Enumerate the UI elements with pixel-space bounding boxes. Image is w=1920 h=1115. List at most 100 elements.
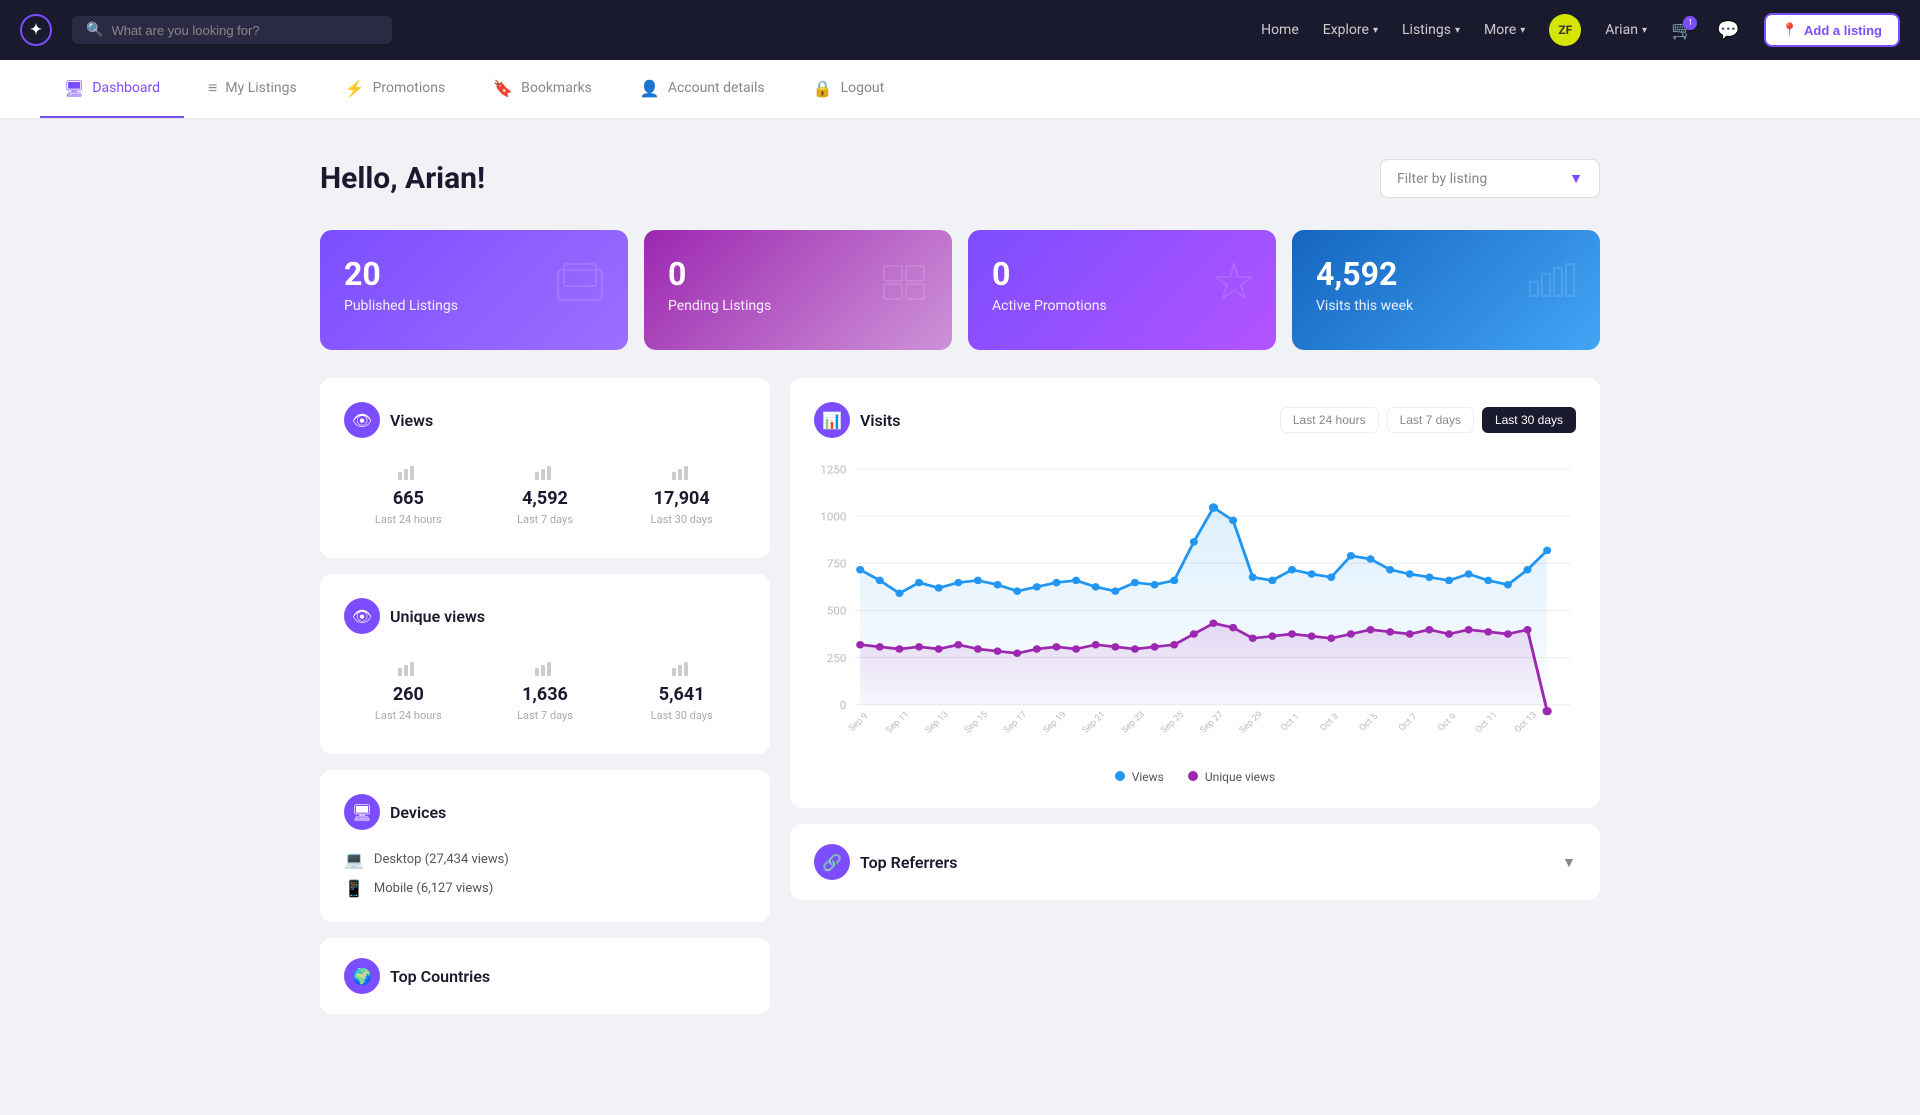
notifications-button[interactable]: 💬 — [1717, 20, 1739, 41]
nav-explore[interactable]: Explore ▾ — [1323, 22, 1378, 38]
unique-views-icon: 👁 — [344, 598, 380, 634]
visits-chart-title: Visits — [860, 411, 901, 430]
svg-text:Sep 25: Sep 25 — [1159, 710, 1186, 735]
views-title: Views — [390, 411, 433, 430]
svg-text:Oct 1: Oct 1 — [1279, 712, 1302, 733]
nav-more[interactable]: More ▾ — [1484, 22, 1525, 38]
svg-text:Sep 19: Sep 19 — [1041, 710, 1068, 735]
uv-bar-icon-3 — [621, 662, 742, 680]
nav-home[interactable]: Home — [1261, 22, 1299, 38]
svg-text:1250: 1250 — [820, 464, 846, 477]
my-listings-icon: ≡ — [208, 78, 217, 98]
views-stat-30d: 17,904 Last 30 days — [617, 458, 746, 534]
visits-count: 4,592 — [1316, 258, 1413, 290]
svg-text:750: 750 — [827, 558, 846, 571]
promotions-icon: ⚡ — [345, 79, 365, 98]
views-legend-dot — [1115, 771, 1125, 781]
add-listing-button[interactable]: 📍 Add a listing — [1764, 13, 1900, 47]
published-icon — [556, 262, 604, 311]
published-count: 20 — [344, 258, 458, 290]
promotions-label: Active Promotions — [992, 298, 1107, 314]
devices-icon: 🖥 — [344, 794, 380, 830]
svg-text:Oct 7: Oct 7 — [1397, 712, 1420, 733]
pending-icon — [880, 262, 928, 311]
svg-text:Sep 15: Sep 15 — [963, 710, 990, 735]
stat-card-visits: 4,592 Visits this week — [1292, 230, 1600, 350]
top-nav-right: Home Explore ▾ Listings ▾ More ▾ ZF Aria… — [1261, 13, 1900, 47]
referrers-title: Top Referrers — [860, 853, 958, 872]
listings-chevron-icon: ▾ — [1455, 25, 1460, 36]
subnav-dashboard[interactable]: 🖥 Dashboard — [40, 61, 184, 118]
stat-card-pending: 0 Pending Listings — [644, 230, 952, 350]
top-countries-icon: 🌍 — [344, 958, 380, 994]
svg-text:Sep 17: Sep 17 — [1002, 710, 1029, 735]
svg-text:250: 250 — [827, 652, 846, 665]
stat-cards: 20 Published Listings 0 Pending Listings — [320, 230, 1600, 350]
subnav-my-listings[interactable]: ≡ My Listings — [184, 60, 321, 118]
svg-text:Sep 29: Sep 29 — [1238, 710, 1265, 735]
subnav-account-details[interactable]: 👤 Account details — [616, 61, 789, 118]
visits-chart-header: 📊 Visits Last 24 hours Last 7 days Last … — [814, 402, 1576, 438]
nav-listings[interactable]: Listings ▾ — [1402, 22, 1460, 38]
uv-bar-icon-1 — [348, 662, 469, 680]
bookmarks-icon: 🔖 — [493, 79, 513, 98]
svg-text:Sep 27: Sep 27 — [1198, 710, 1225, 735]
bar-icon-2 — [485, 466, 606, 484]
filter-24h[interactable]: Last 24 hours — [1280, 407, 1379, 433]
svg-text:Oct 3: Oct 3 — [1318, 712, 1341, 733]
filter-7d[interactable]: Last 7 days — [1387, 407, 1474, 433]
subnav-bookmarks[interactable]: 🔖 Bookmarks — [469, 61, 616, 118]
top-referrers-panel[interactable]: 🔗 Top Referrers ▼ — [790, 824, 1600, 900]
referrers-title-row: 🔗 Top Referrers — [814, 844, 958, 880]
bar-icon-1 — [348, 466, 469, 484]
svg-text:1000: 1000 — [820, 511, 846, 524]
filter-dropdown[interactable]: Filter by listing ▼ — [1380, 159, 1600, 198]
views-stats-row: 665 Last 24 hours 4,592 Last 7 days — [344, 458, 746, 534]
svg-text:0: 0 — [840, 699, 846, 712]
search-bar[interactable]: 🔍 — [72, 16, 392, 44]
pending-count: 0 — [668, 258, 771, 290]
uv-stat-24h: 260 Last 24 hours — [344, 654, 473, 730]
visits-chart-icon: 📊 — [814, 402, 850, 438]
views-stat-7d: 4,592 Last 7 days — [481, 458, 610, 534]
visits-chart-panel: 📊 Visits Last 24 hours Last 7 days Last … — [790, 378, 1600, 808]
unique-views-stats-row: 260 Last 24 hours 1,636 Last 7 days — [344, 654, 746, 730]
svg-text:Sep 21: Sep 21 — [1081, 710, 1108, 735]
svg-text:500: 500 — [827, 605, 846, 618]
logo[interactable]: ✦ — [20, 14, 52, 46]
right-panel: 📊 Visits Last 24 hours Last 7 days Last … — [790, 378, 1600, 1014]
chart-legend: Views Unique views — [814, 770, 1576, 784]
uv-stat-7d: 1,636 Last 7 days — [481, 654, 610, 730]
legend-unique-views: Unique views — [1188, 770, 1275, 784]
svg-text:Oct 11: Oct 11 — [1474, 710, 1500, 734]
mobile-icon: 📱 — [344, 879, 364, 898]
filter-chevron-icon: ▼ — [1569, 170, 1583, 187]
cart-button[interactable]: 🛒 1 — [1671, 20, 1693, 41]
nav-username[interactable]: Arian ▾ — [1605, 22, 1647, 38]
search-input[interactable] — [111, 23, 378, 38]
subnav-promotions[interactable]: ⚡ Promotions — [321, 61, 470, 118]
device-mobile: 📱 Mobile (6,127 views) — [344, 879, 746, 898]
header-row: Hello, Arian! Filter by listing ▼ — [320, 159, 1600, 198]
filter-30d[interactable]: Last 30 days — [1482, 407, 1576, 433]
uv-stat-30d: 5,641 Last 30 days — [617, 654, 746, 730]
uv-bar-icon-2 — [485, 662, 606, 680]
svg-text:Oct 9: Oct 9 — [1436, 712, 1459, 733]
svg-text:Sep 23: Sep 23 — [1120, 710, 1147, 735]
account-icon: 👤 — [640, 79, 660, 98]
explore-chevron-icon: ▾ — [1373, 25, 1378, 36]
views-stat-24h: 665 Last 24 hours — [344, 458, 473, 534]
left-panels: 👁 Views 665 Last 24 hours — [320, 378, 770, 1014]
location-icon: 📍 — [1782, 22, 1798, 38]
visits-chart-svg: 1250 1000 750 500 250 0 — [814, 454, 1576, 754]
top-countries-title: Top Countries — [390, 967, 490, 986]
devices-panel: 🖥 Devices 💻 Desktop (27,434 views) 📱 Mob… — [320, 770, 770, 922]
visits-title-row: 📊 Visits — [814, 402, 901, 438]
svg-text:Sep 9: Sep 9 — [847, 712, 871, 734]
search-icon: 🔍 — [86, 22, 103, 38]
user-avatar[interactable]: ZF — [1549, 14, 1581, 46]
device-desktop: 💻 Desktop (27,434 views) — [344, 850, 746, 869]
svg-text:Oct 13: Oct 13 — [1513, 710, 1539, 734]
pending-label: Pending Listings — [668, 298, 771, 314]
subnav-logout[interactable]: 🔒 Logout — [789, 61, 909, 118]
